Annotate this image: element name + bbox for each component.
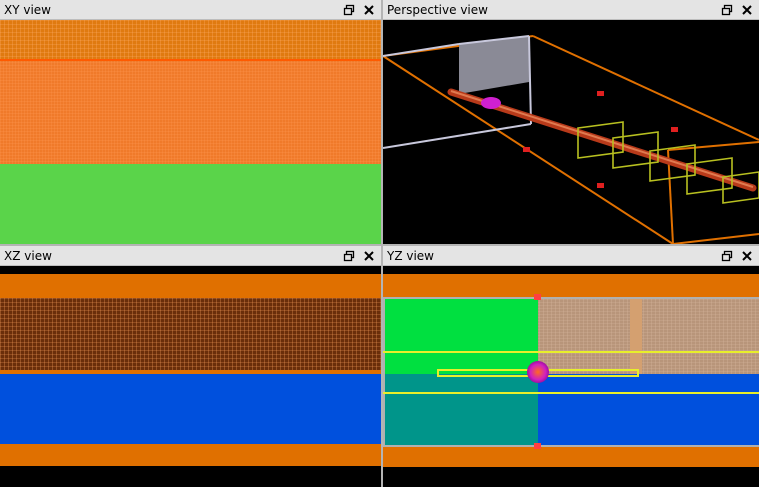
restore-window-icon[interactable] (720, 2, 734, 17)
yz-view-pane[interactable]: YZ view (383, 246, 759, 487)
yz-blue-region (538, 374, 759, 446)
xy-view-titlebar[interactable]: XY view (0, 0, 381, 20)
yz-view-title: YZ view (387, 249, 434, 263)
perspective-source-marker (481, 97, 501, 109)
perspective-bounding-box (383, 35, 759, 244)
perspective-grey-plane (459, 36, 529, 94)
yz-top-orange-band (383, 274, 759, 298)
restore-window-icon[interactable] (720, 248, 734, 263)
xz-top-orange-band (0, 274, 381, 298)
perspective-view-title: Perspective view (387, 3, 488, 17)
xz-blue-region (0, 374, 381, 444)
xz-view-titlebar[interactable]: XZ view (0, 246, 381, 266)
perspective-view-pane[interactable]: Perspective view (383, 0, 759, 244)
xy-view-pane[interactable]: XY view (0, 0, 381, 244)
yz-bottom-point-marker (534, 443, 541, 449)
yz-viewport-canvas[interactable] (383, 266, 759, 487)
yz-view-titlebar[interactable]: YZ view (383, 246, 759, 266)
xz-view-pane[interactable]: XZ view (0, 246, 381, 487)
yz-bottom-orange-band (383, 447, 759, 467)
xy-view-title: XY view (4, 3, 51, 17)
restore-window-icon[interactable] (342, 248, 356, 263)
xz-viewport-canvas[interactable] (0, 266, 381, 487)
close-icon[interactable] (740, 248, 754, 263)
yz-green-region (383, 298, 538, 374)
yz-teal-region (383, 374, 538, 446)
xy-green-region (0, 164, 381, 244)
xz-bottom-orange-band (0, 444, 381, 466)
yz-source-marker (527, 361, 549, 383)
yz-top-point-marker (534, 294, 541, 300)
close-icon[interactable] (740, 2, 754, 17)
close-icon[interactable] (362, 2, 376, 17)
perspective-viewport-canvas[interactable] (383, 20, 759, 244)
close-icon[interactable] (362, 248, 376, 263)
xz-view-title: XZ view (4, 249, 52, 263)
xy-viewport-canvas[interactable] (0, 20, 381, 244)
perspective-view-titlebar[interactable]: Perspective view (383, 0, 759, 20)
restore-window-icon[interactable] (342, 2, 356, 17)
